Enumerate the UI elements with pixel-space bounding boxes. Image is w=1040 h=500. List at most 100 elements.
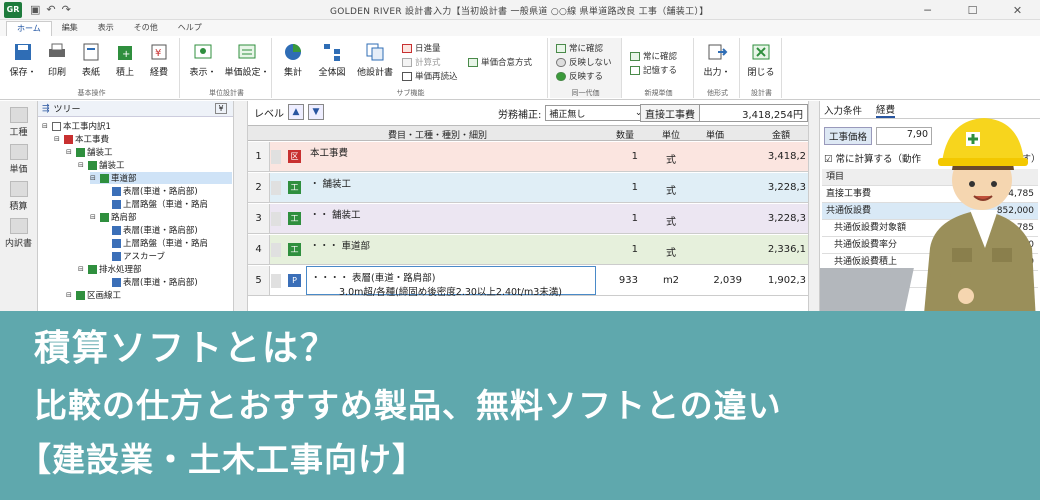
- tree-expand-icon[interactable]: ⊟: [66, 148, 74, 156]
- row-checkbox[interactable]: [271, 243, 281, 257]
- tab-home[interactable]: ホーム: [6, 21, 52, 36]
- tab-view[interactable]: 表示: [88, 21, 124, 36]
- estimate-icon: [9, 181, 28, 197]
- row-type-icon: 工: [288, 212, 301, 225]
- tree-item-label: 上層路盤（車道・路肩: [123, 200, 209, 210]
- tree-item[interactable]: ⊟ 舗装工: [78, 159, 232, 171]
- svg-text:¥: ¥: [155, 48, 161, 59]
- overview-button[interactable]: 全体図: [312, 42, 352, 78]
- print-button[interactable]: 印刷: [40, 42, 74, 78]
- save-icon[interactable]: ▣: [30, 3, 40, 16]
- redo-icon[interactable]: ↷: [62, 3, 71, 16]
- reload-price-button[interactable]: 単価再読込: [402, 70, 458, 82]
- tree-item-label: 表層(車道・路肩部): [123, 278, 198, 288]
- close-doc-icon: [752, 44, 770, 60]
- tree-expand-icon[interactable]: ⊟: [90, 174, 98, 182]
- no-reflect-toggle[interactable]: 反映しない: [556, 56, 612, 68]
- formula-button[interactable]: 計算式: [402, 56, 441, 68]
- row-name: ・ 舗装工: [310, 179, 352, 190]
- export-menu-button[interactable]: 出力・: [700, 42, 734, 78]
- tree-item[interactable]: 表層(車道・路肩部): [102, 276, 232, 288]
- tree-expand-icon[interactable]: ⊟: [42, 122, 50, 130]
- row-checkbox[interactable]: [271, 212, 281, 226]
- tree-item[interactable]: ⊟ 本工事費: [54, 133, 232, 145]
- tree-node-icon: [76, 290, 85, 300]
- nav-breakdown[interactable]: 内訳書: [0, 218, 37, 249]
- tab-other[interactable]: その他: [124, 21, 168, 36]
- other-design-button[interactable]: 他設計書: [354, 42, 396, 78]
- tree-node-icon: [76, 147, 85, 157]
- unit-price-menu-button[interactable]: 単価設定・: [224, 42, 270, 78]
- minimize-button[interactable]: ─: [905, 0, 950, 20]
- close-button[interactable]: ✕: [995, 0, 1040, 20]
- tree-item[interactable]: ⊟ 区画線工: [66, 289, 232, 301]
- tree-item[interactable]: ⊟ 舗装工: [66, 146, 232, 158]
- tree-item[interactable]: 表層(車道・路肩部): [102, 185, 232, 197]
- row-checkbox[interactable]: [271, 181, 281, 195]
- summary-button[interactable]: 集計: [276, 42, 310, 78]
- tab-help[interactable]: ヘルプ: [168, 21, 212, 36]
- daily-amount-button[interactable]: 日進量: [402, 42, 441, 54]
- row-unit: 式: [666, 186, 676, 197]
- table-row[interactable]: 3 工・・ 舗装工 1 式 3,228,3: [248, 204, 808, 234]
- undo-icon[interactable]: ↶: [46, 3, 55, 16]
- display-icon: [194, 44, 212, 59]
- toggle-off-icon: [556, 57, 566, 67]
- table-row[interactable]: 2 工・ 舗装工 1 式 3,228,3: [248, 173, 808, 203]
- remember-toggle[interactable]: 記憶する: [630, 64, 677, 76]
- table-row[interactable]: 1 区本工事費 1 式 3,418,2: [248, 142, 808, 172]
- save-menu-button[interactable]: 保存・: [6, 42, 40, 78]
- collapse-icon[interactable]: ¥: [215, 103, 227, 114]
- tree-item[interactable]: ⊟ 路肩部: [90, 211, 232, 223]
- tree-item[interactable]: ⊟ 本工事内訳1: [42, 120, 232, 132]
- title-bar: GR ▣ ↶ ↷ GOLDEN RIVER 設計書入力【当初設計書 一般県道 ○…: [0, 0, 1040, 20]
- headline-subtitle: 比較の仕方とおすすめ製品、無料ソフトとの違い: [34, 386, 782, 425]
- headline-title: 積算ソフトとは？: [34, 328, 339, 369]
- maximize-button[interactable]: ☐: [950, 0, 995, 20]
- unit-price-icon: [9, 144, 28, 160]
- tree-expand-icon[interactable]: ⊟: [90, 213, 98, 221]
- table-row[interactable]: 5 P ・・・・ 表層(車道・路肩部) 3.0m超/各種(締固め後密度2.30以上2.…: [248, 266, 808, 298]
- level-down-button[interactable]: ▼: [308, 104, 324, 120]
- agreed-price-button[interactable]: 単価合意方式: [468, 56, 532, 68]
- level-up-button[interactable]: ▲: [288, 104, 304, 120]
- group-design: 閉じる 設計書: [742, 38, 782, 98]
- nav-estimate[interactable]: 積算: [0, 181, 37, 212]
- tree-item[interactable]: 表層(車道・路肩部): [102, 224, 232, 236]
- new-always-confirm-toggle[interactable]: 常に確認: [630, 50, 677, 62]
- expense-button[interactable]: ¥ 経費: [142, 42, 176, 78]
- labor-correction-select[interactable]: 補正無し ⌄: [545, 105, 644, 121]
- tree-item-label: 舗装工: [99, 161, 125, 171]
- table-row[interactable]: 4 工・・・ 車道部 1 式 2,336,1: [248, 235, 808, 265]
- tree-expand-icon[interactable]: ⊟: [78, 265, 86, 273]
- display-menu-button[interactable]: 表示・: [184, 42, 222, 78]
- nav-unit-price[interactable]: 単価: [0, 144, 37, 175]
- tree-item[interactable]: ⊟ 車道部: [90, 172, 232, 184]
- tab-edit[interactable]: 編集: [52, 21, 88, 36]
- reflect-toggle[interactable]: 反映する: [556, 70, 603, 82]
- tree-item[interactable]: 上層路盤（車道・路肩: [102, 237, 232, 249]
- tree-item-label: 表層(車道・路肩部): [123, 187, 198, 197]
- tree-scrollbar[interactable]: [234, 101, 248, 311]
- tree-item-label: アスカーブ: [123, 252, 165, 262]
- row-name: 本工事費: [310, 148, 349, 159]
- row-checkbox[interactable]: [271, 274, 281, 288]
- close-document-button[interactable]: 閉じる: [744, 42, 778, 78]
- grid-header: 費目・工種・種別・細別 数量 単位 単価 金額: [248, 125, 808, 141]
- tree-expand-icon[interactable]: ⊟: [78, 161, 86, 169]
- tree-node-icon: [88, 160, 97, 170]
- row-checkbox[interactable]: [271, 150, 281, 164]
- printer-icon: [49, 43, 65, 57]
- always-confirm-toggle[interactable]: 常に確認: [556, 42, 603, 54]
- tree-node-icon: [64, 134, 73, 144]
- cover-button[interactable]: 表紙: [74, 42, 108, 78]
- tree-expand-icon[interactable]: ⊟: [54, 135, 62, 143]
- tree-item[interactable]: 上層路盤（車道・路肩: [102, 198, 232, 210]
- nav-work-type[interactable]: 工種: [0, 107, 37, 138]
- grid-scrollbar[interactable]: [808, 101, 820, 311]
- direct-cost-box: 直接工事費 3,418,254円: [640, 104, 808, 122]
- stack-button[interactable]: + 積上: [108, 42, 142, 78]
- tree-expand-icon[interactable]: ⊟: [66, 291, 74, 299]
- tree-item[interactable]: アスカーブ: [102, 250, 232, 262]
- tree-item[interactable]: ⊟ 排水処理部: [78, 263, 232, 275]
